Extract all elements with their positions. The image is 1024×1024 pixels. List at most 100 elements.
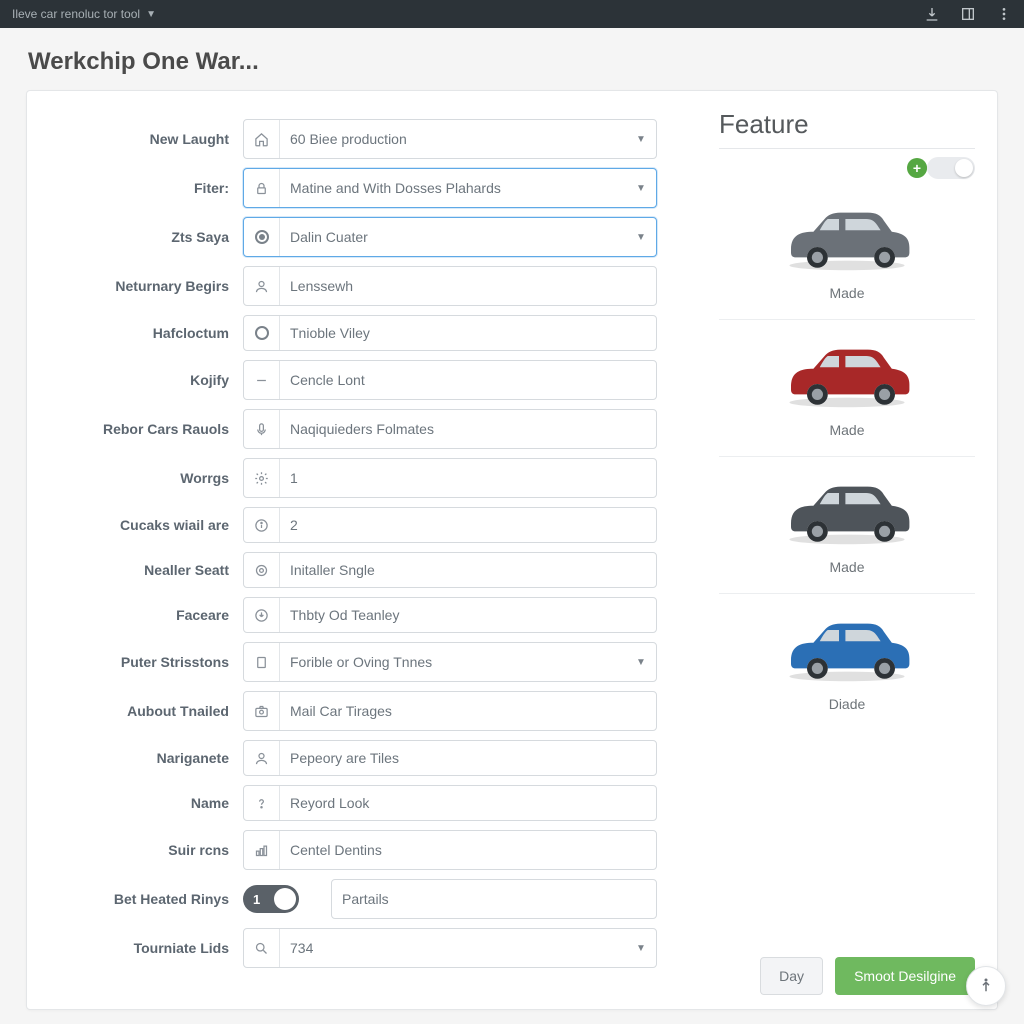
- day-button[interactable]: Day: [760, 957, 823, 995]
- form-row: Hafcloctum: [27, 315, 657, 351]
- car-item[interactable]: Diade: [719, 594, 975, 730]
- text-input[interactable]: [280, 786, 656, 820]
- field-label: Bet Heated Rinys: [27, 891, 243, 907]
- text-input[interactable]: [280, 120, 626, 158]
- input-wrap: [243, 691, 657, 731]
- field-label: Kojify: [27, 372, 243, 388]
- car-label: Made: [829, 285, 864, 301]
- submit-button[interactable]: Smoot Desilgine: [835, 957, 975, 995]
- field-label: Rebor Cars Rauols: [27, 421, 243, 437]
- form-row: Zts Saya▼: [27, 217, 657, 257]
- car-label: Made: [829, 422, 864, 438]
- more-icon[interactable]: [996, 6, 1012, 22]
- input-wrap: [243, 830, 657, 870]
- field-label: Tourniate Lids: [27, 940, 243, 956]
- car-label: Made: [829, 559, 864, 575]
- feature-title: Feature: [719, 109, 975, 140]
- form-row: Suir rcns: [27, 830, 657, 870]
- user-icon: [244, 267, 280, 305]
- heated-toggle[interactable]: 1: [243, 885, 299, 913]
- chart-icon: [244, 831, 280, 869]
- input-wrap: ▼: [243, 168, 657, 208]
- chevron-down-icon[interactable]: ▼: [626, 169, 656, 207]
- feature-toggle[interactable]: +: [927, 157, 975, 179]
- toggle-knob: [274, 888, 296, 910]
- input-wrap: [243, 409, 657, 449]
- car-item[interactable]: Made: [719, 457, 975, 594]
- text-input[interactable]: [280, 598, 656, 632]
- chevron-down-icon[interactable]: ▼: [626, 643, 656, 681]
- camera-icon: [244, 692, 280, 730]
- target-icon: [244, 553, 280, 587]
- input-wrap: ▼: [243, 928, 657, 968]
- field-label: Name: [27, 795, 243, 811]
- input-wrap: [243, 740, 657, 776]
- toggle-value: 1: [253, 892, 260, 907]
- text-input[interactable]: [280, 643, 626, 681]
- text-input[interactable]: [280, 692, 656, 730]
- radio-icon: [244, 316, 280, 350]
- topbar-title: Ileve car renoluc tor tool: [12, 7, 140, 21]
- text-input[interactable]: [280, 459, 656, 497]
- square-icon: [244, 643, 280, 681]
- download-icon: [244, 598, 280, 632]
- car-image: [767, 463, 927, 555]
- download-icon[interactable]: [924, 6, 940, 22]
- field-label: Puter Strisstons: [27, 654, 243, 670]
- field-label: Fiter:: [27, 180, 243, 196]
- gear-icon: [244, 459, 280, 497]
- input-wrap: ▼: [243, 217, 657, 257]
- field-label: Nariganete: [27, 750, 243, 766]
- text-input[interactable]: [280, 169, 626, 207]
- page-title: Werkchip One War...: [0, 28, 1024, 90]
- user-icon: [244, 741, 280, 775]
- form-row: Nariganete: [27, 740, 657, 776]
- divider: [719, 148, 975, 149]
- text-input[interactable]: [332, 880, 656, 918]
- feature-panel: Feature + Made Made Made Diade Day Smoot De…: [697, 91, 997, 1009]
- toggle-knob: [955, 159, 973, 177]
- field-label: Faceare: [27, 607, 243, 623]
- search-icon: [244, 929, 280, 967]
- topbar-title-wrap[interactable]: Ileve car renoluc tor tool ▼: [12, 7, 156, 21]
- car-item[interactable]: Made: [719, 183, 975, 320]
- car-item[interactable]: Made: [719, 320, 975, 457]
- chevron-down-icon[interactable]: ▼: [626, 218, 656, 256]
- form-row: Kojify: [27, 360, 657, 400]
- text-input[interactable]: [280, 410, 656, 448]
- topbar: Ileve car renoluc tor tool ▼: [0, 0, 1024, 28]
- text-input[interactable]: [280, 929, 626, 967]
- input-wrap: [243, 315, 657, 351]
- fab-upload[interactable]: [966, 966, 1006, 1006]
- text-input[interactable]: [280, 508, 656, 542]
- chevron-down-icon[interactable]: ▼: [626, 929, 656, 967]
- text-input[interactable]: [280, 553, 656, 587]
- input-wrap: ▼: [243, 119, 657, 159]
- form-row: Name: [27, 785, 657, 821]
- input-wrap: [243, 507, 657, 543]
- field-label: Nealler Seatt: [27, 562, 243, 578]
- panel-icon[interactable]: [960, 6, 976, 22]
- text-input[interactable]: [280, 267, 656, 305]
- field-label: New Laught: [27, 131, 243, 147]
- input-wrap: [243, 266, 657, 306]
- text-input[interactable]: [280, 361, 656, 399]
- form-row: Fiter: ▼: [27, 168, 657, 208]
- input-wrap: [331, 879, 657, 919]
- text-input[interactable]: [280, 741, 656, 775]
- form-row: Worrgs: [27, 458, 657, 498]
- input-wrap: [243, 785, 657, 821]
- field-label: Worrgs: [27, 470, 243, 486]
- chevron-down-icon: ▼: [146, 9, 156, 20]
- form-row: Cucaks wiail are: [27, 507, 657, 543]
- car-image: [767, 189, 927, 281]
- text-input[interactable]: [280, 831, 656, 869]
- tourniate-row: Tourniate Lids ▼: [27, 928, 657, 968]
- text-input[interactable]: [280, 316, 656, 350]
- form-row: Neturnary Begirs: [27, 266, 657, 306]
- car-image: [767, 600, 927, 692]
- chevron-down-icon[interactable]: ▼: [626, 120, 656, 158]
- field-label: Hafcloctum: [27, 325, 243, 341]
- text-input[interactable]: [280, 218, 626, 256]
- mic-icon: [244, 410, 280, 448]
